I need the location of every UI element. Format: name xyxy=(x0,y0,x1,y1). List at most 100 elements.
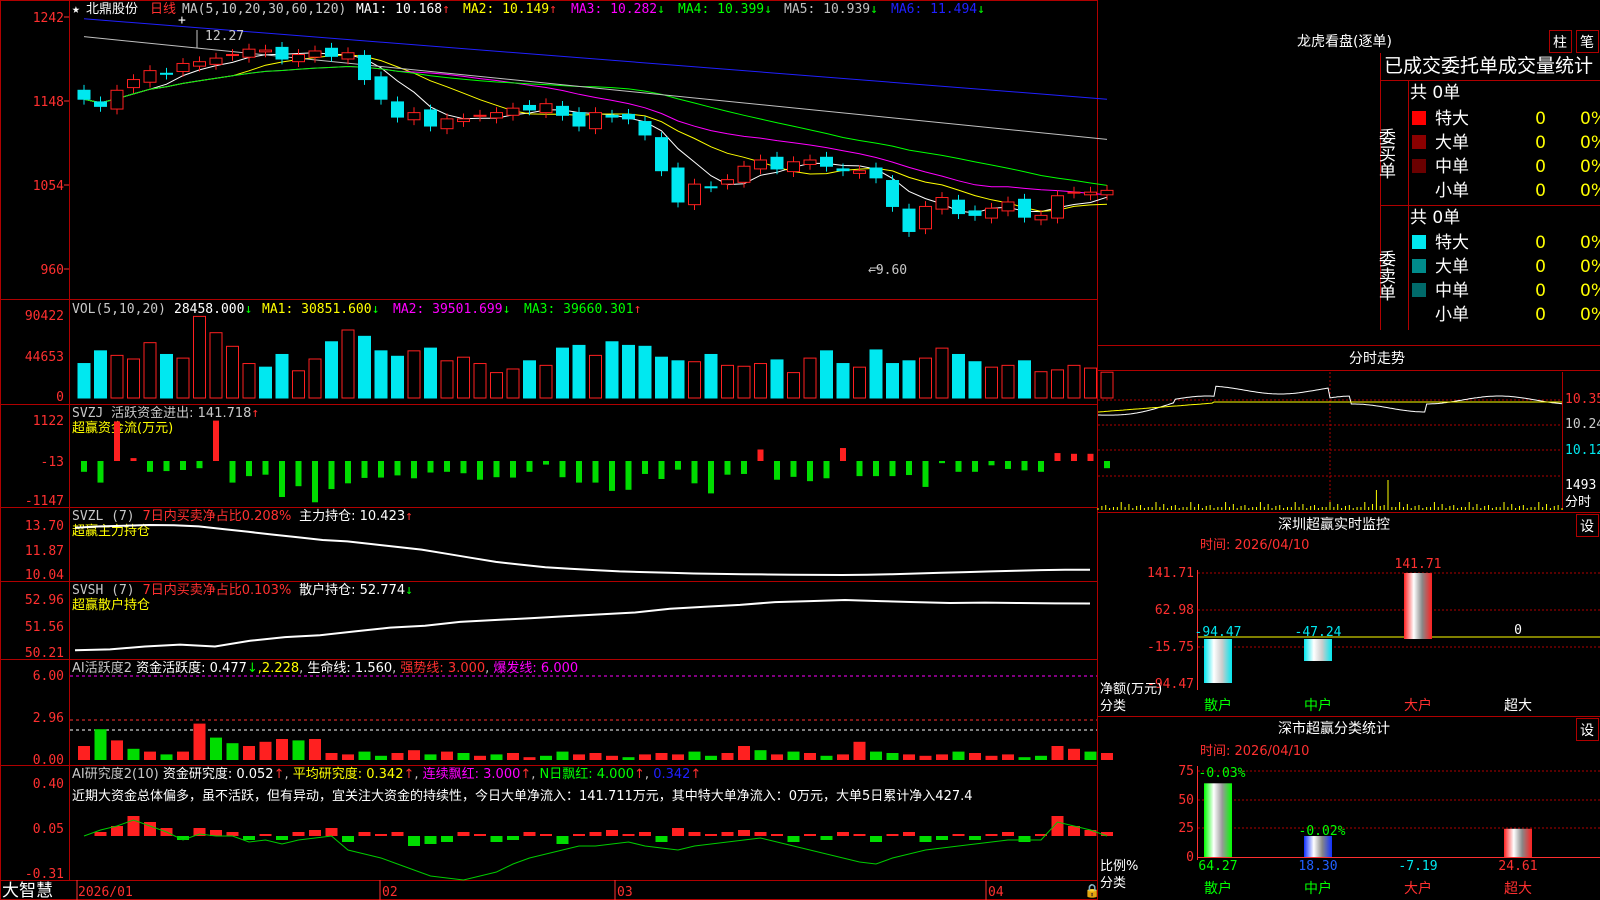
monitor-bar xyxy=(1404,573,1432,640)
fund-flow-bar xyxy=(81,461,87,472)
activity-bar xyxy=(490,754,503,760)
candle-body xyxy=(325,47,338,57)
volume-bar xyxy=(754,363,767,399)
research-bar xyxy=(573,834,585,836)
vol-tick: 1493 xyxy=(1565,478,1596,493)
fund-flow-bar xyxy=(130,458,137,461)
volume-bar xyxy=(869,349,883,399)
activity-bar xyxy=(243,746,255,760)
research-bar xyxy=(853,834,866,836)
tick-label: 1122 xyxy=(33,414,64,429)
monitor-settings-button[interactable]: 设 xyxy=(1576,514,1599,537)
svzl-y-axis: 13.70 11.87 10.04 xyxy=(25,519,64,583)
activity-bar xyxy=(936,754,948,760)
data-label: -94.47 xyxy=(1195,625,1242,640)
classify-bars: 64.27 散户 18.30 中户 -7.19 大户 24.61 超大 -0.03% -0.02% xyxy=(1198,766,1537,897)
tick-label: 90422 xyxy=(25,309,64,324)
svg-text:0: 0 xyxy=(1535,109,1546,129)
stock-chart-canvas[interactable]: ★ 北鼎股份 日线 MA(5,10,20,30,60,120) MA1: 10.… xyxy=(0,0,1600,900)
candle-body xyxy=(1034,214,1048,221)
svg-text:超赢资金流(万元): 超赢资金流(万元) xyxy=(72,420,173,436)
tick-label: 51.56 xyxy=(25,620,64,635)
volume-bar xyxy=(193,315,206,399)
tick-mode-button[interactable]: 笔 xyxy=(1576,30,1599,53)
fund-flow-bar xyxy=(774,461,780,480)
research-bar xyxy=(358,832,371,836)
volume-bar xyxy=(259,366,272,399)
data-label: -0.02% xyxy=(1299,824,1346,839)
volume-bar xyxy=(176,357,190,399)
research-bar xyxy=(738,830,750,836)
research-bar xyxy=(969,836,981,840)
tick-label: -15.75 xyxy=(1147,640,1194,655)
favorite-star-icon[interactable]: ★ xyxy=(72,2,80,17)
fund-flow-bar xyxy=(609,461,615,491)
monitor-bar xyxy=(1304,639,1332,662)
monitor-bar xyxy=(1204,639,1232,683)
research-bar xyxy=(441,836,453,842)
research-bar xyxy=(292,832,305,836)
svg-text:特大: 特大 xyxy=(1435,109,1469,129)
x-tick-label: 2026/01 xyxy=(78,885,133,900)
activity-bar xyxy=(804,753,816,760)
bar-mode-button[interactable]: 柱 xyxy=(1549,30,1572,53)
research-bar xyxy=(259,834,272,836)
research-bar xyxy=(1002,832,1014,836)
research-bar xyxy=(391,832,404,836)
tick-label: 6.00 xyxy=(33,669,64,684)
fund-flow-bar xyxy=(675,461,681,470)
volume-bar xyxy=(985,366,998,399)
activity-bar xyxy=(540,755,552,760)
fund-flow-bar xyxy=(246,461,252,477)
panel-title: 深圳超赢实时监控 xyxy=(1278,516,1390,533)
research-bar xyxy=(705,834,717,836)
activity-bar xyxy=(573,754,585,760)
fund-flow-bar xyxy=(856,461,863,477)
svg-text:0%: 0% xyxy=(1580,157,1600,177)
data-label: 24.61 xyxy=(1498,859,1537,874)
tick-label: 25 xyxy=(1178,821,1194,836)
category-label: 散户 xyxy=(1204,697,1232,714)
tick-label: 52.96 xyxy=(25,593,64,608)
period-label[interactable]: 日线 xyxy=(150,2,176,17)
activity-bar xyxy=(952,751,965,760)
activity-bar xyxy=(358,751,371,760)
fund-flow-bar xyxy=(97,461,104,483)
intraday-avg-line xyxy=(1097,401,1562,413)
research-bar xyxy=(1018,836,1031,842)
candle-body xyxy=(259,49,272,53)
candle-body xyxy=(572,112,586,127)
volume-bar xyxy=(737,365,751,399)
volume-bar xyxy=(1001,364,1015,399)
tick-label: -0.31 xyxy=(25,867,64,882)
candle-body xyxy=(292,54,305,63)
research-bar xyxy=(787,836,800,842)
l-color-swatch xyxy=(1412,135,1426,149)
fund-flow-bar xyxy=(658,461,665,479)
candle-body xyxy=(836,168,850,172)
activity-bar xyxy=(969,753,981,760)
candle-body xyxy=(473,114,487,117)
x-tick-label: 03 xyxy=(617,885,633,900)
fund-flow-bar xyxy=(1087,453,1094,461)
activity-bar xyxy=(1018,757,1031,760)
data-label: -47.24 xyxy=(1295,625,1342,640)
data-label: -0.03% xyxy=(1199,766,1246,781)
tick-label: -1147 xyxy=(25,494,64,509)
classify-settings-button[interactable]: 设 xyxy=(1576,718,1599,741)
activity-bar xyxy=(837,754,849,760)
volume-bar xyxy=(143,342,157,399)
tick-label: 0.00 xyxy=(33,753,64,768)
volume-bar xyxy=(820,350,833,399)
fund-flow-bar xyxy=(262,461,269,475)
research-bar xyxy=(457,832,470,836)
fund-flow-bar xyxy=(576,461,582,483)
candle-body xyxy=(407,112,421,121)
fund-flow-bar xyxy=(328,461,335,490)
svg-text:0%: 0% xyxy=(1580,257,1600,277)
ma3-label: MA3: 10.282↓ xyxy=(571,2,665,17)
volume-bar xyxy=(622,344,635,399)
candle-body xyxy=(457,118,470,123)
ma4-label: MA4: 10.399↓ xyxy=(678,2,772,17)
activity-bar xyxy=(474,755,486,760)
